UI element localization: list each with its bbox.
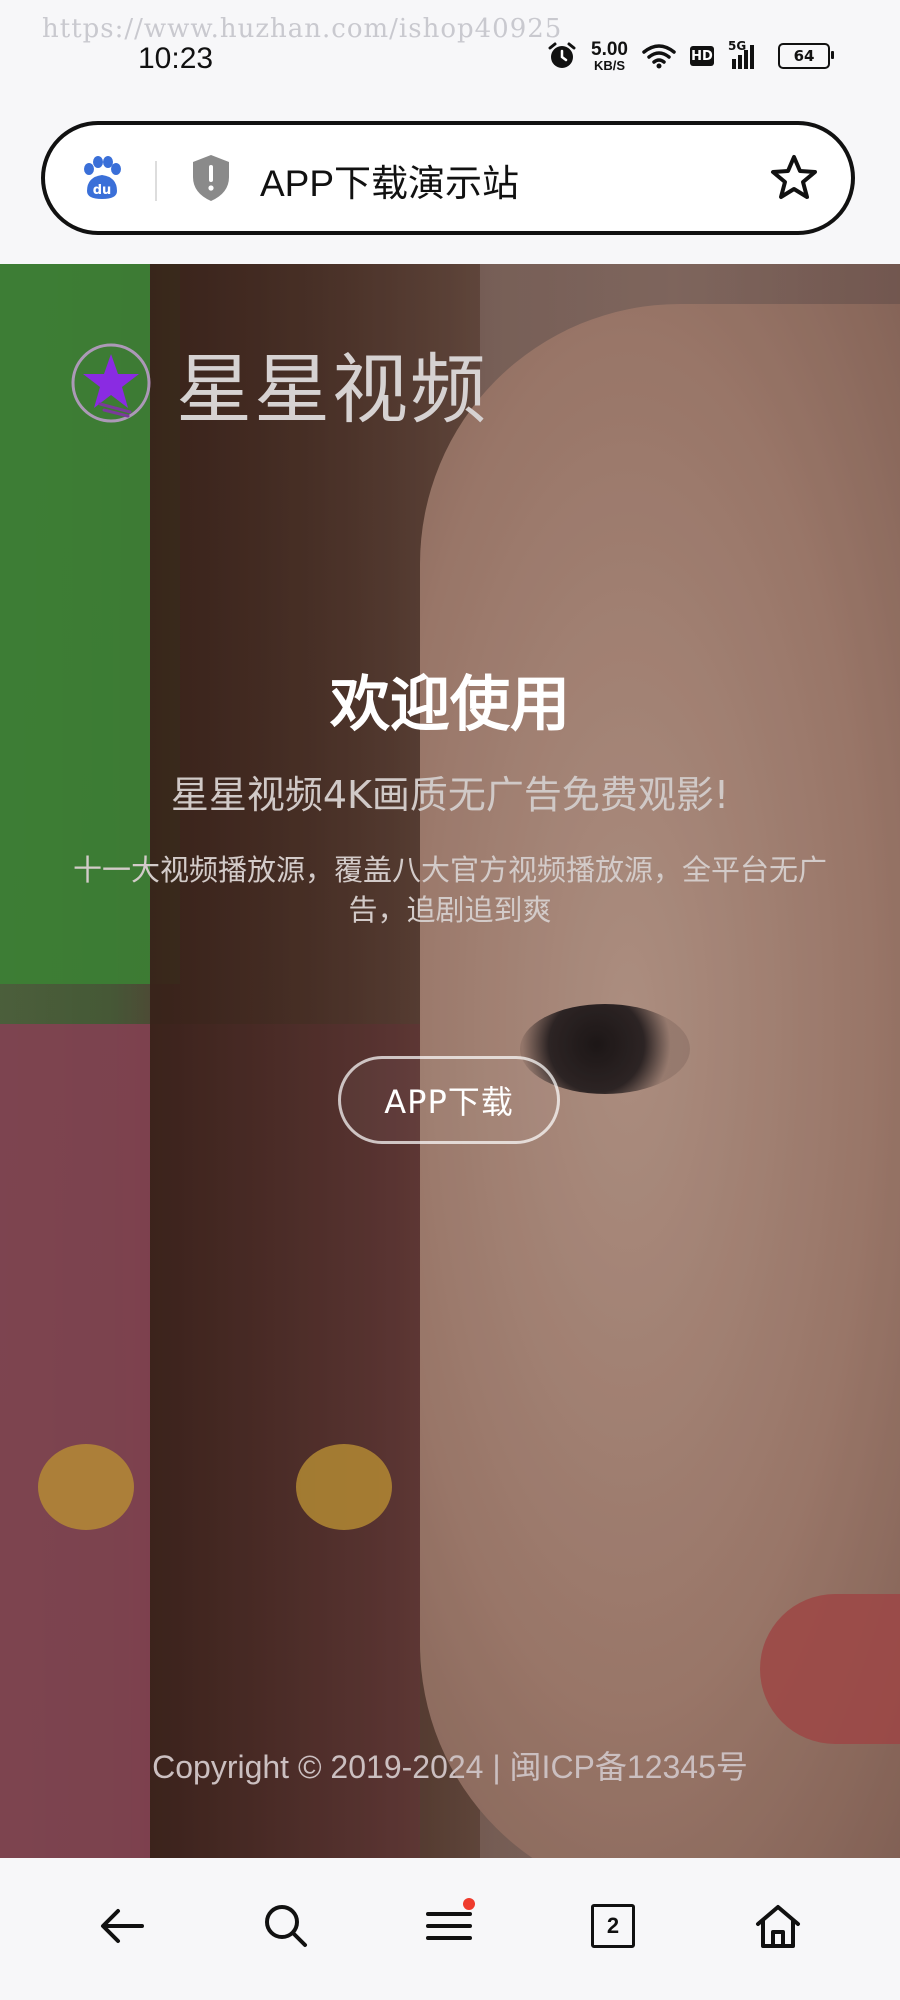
battery-icon: 64 xyxy=(778,43,834,69)
net-speed-unit: KB/S xyxy=(593,58,626,73)
alarm-icon xyxy=(548,42,576,68)
star-logo-icon xyxy=(71,343,151,423)
url-title[interactable]: APP下载演示站 xyxy=(260,153,519,207)
hero-section: 星星视频 欢迎使用 星星视频4K画质无广告免费观影! 十一大视频播放源，覆盖八大… xyxy=(0,264,900,1858)
welcome-heading: 欢迎使用 xyxy=(330,670,570,740)
net-speed-value: 5.00 xyxy=(591,39,628,60)
status-bar: https://www.huzhan.com/ishop40925 10:23 … xyxy=(0,0,900,110)
hd-icon: HD xyxy=(690,46,714,66)
address-divider xyxy=(155,161,157,201)
status-time: 10:23 xyxy=(138,42,214,75)
signal-5g-icon: 5G xyxy=(728,39,764,69)
address-bar[interactable]: du APP下载演示站 xyxy=(41,121,855,235)
back-button[interactable] xyxy=(92,1896,152,1956)
baidu-paw-icon[interactable]: du xyxy=(79,155,125,201)
battery-level: 64 xyxy=(793,47,815,65)
star-bookmark-icon[interactable] xyxy=(769,153,819,203)
copyright: Copyright © 2019-2024 | 闽ICP备12345号 xyxy=(152,1749,748,1785)
security-shield-icon[interactable] xyxy=(189,153,233,203)
net-speed: 5.00 KB/S xyxy=(591,40,628,72)
menu-icon xyxy=(426,1912,472,1940)
app-download-button[interactable]: APP下载 xyxy=(338,1056,560,1144)
browser-bottom-nav: 2 xyxy=(0,1858,900,2000)
brand-name: 星星视频 xyxy=(176,345,488,434)
description: 十一大视频播放源，覆盖八大官方视频播放源，全平台无广告，追剧追到爽 xyxy=(72,853,827,927)
brand: 星星视频 xyxy=(70,328,488,438)
search-icon xyxy=(265,1905,307,1947)
home-icon xyxy=(756,1905,800,1948)
svg-text:du: du xyxy=(93,183,112,198)
status-icons: 5.00 KB/S HD 5G 64 xyxy=(547,39,834,72)
watermark-text: https://www.huzhan.com/ishop40925 xyxy=(42,14,563,44)
tagline: 星星视频4K画质无广告免费观影! xyxy=(170,773,730,817)
search-button[interactable] xyxy=(256,1896,316,1956)
wifi-icon xyxy=(642,44,676,69)
tabs-button[interactable]: 2 xyxy=(583,1896,643,1956)
back-arrow-icon xyxy=(101,1909,144,1943)
menu-button[interactable] xyxy=(419,1896,479,1956)
home-button[interactable] xyxy=(748,1896,808,1956)
notification-dot xyxy=(463,1898,475,1910)
signal-label: 5G xyxy=(728,39,747,53)
tabs-icon: 2 xyxy=(591,1904,635,1948)
tabs-count: 2 xyxy=(606,1913,620,1938)
